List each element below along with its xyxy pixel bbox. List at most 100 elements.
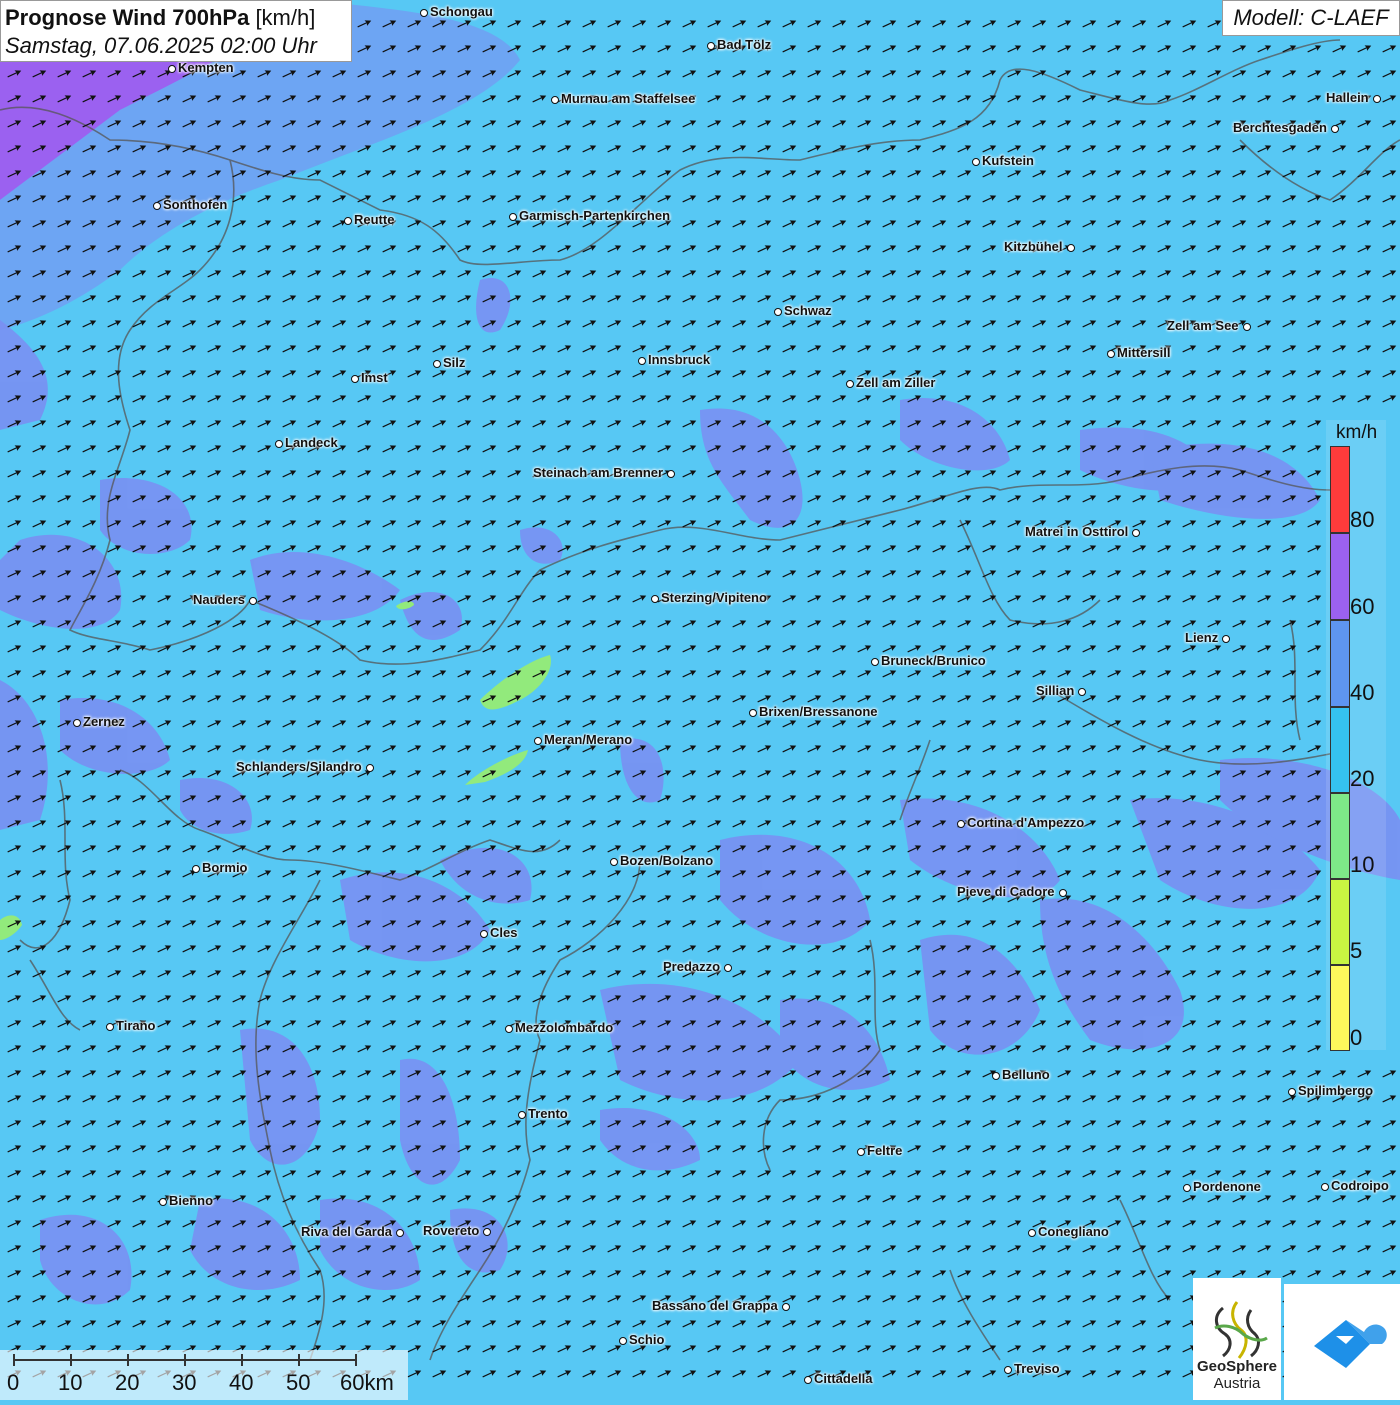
city-marker-icon[interactable]	[73, 719, 81, 727]
city-label: Schongau	[430, 4, 493, 19]
city-marker-icon[interactable]	[153, 202, 161, 210]
city-label: Treviso	[1014, 1361, 1060, 1376]
city-marker-icon[interactable]	[782, 1303, 790, 1311]
title-unit: [km/h]	[255, 5, 315, 30]
city-marker-icon[interactable]	[396, 1229, 404, 1237]
city-marker-icon[interactable]	[351, 375, 359, 383]
city-label: Trento	[528, 1106, 568, 1121]
scale-label: 40	[229, 1370, 253, 1396]
city-marker-icon[interactable]	[1078, 688, 1086, 696]
city-marker-icon[interactable]	[774, 308, 782, 316]
scale-label: 20	[115, 1370, 139, 1396]
city-label: Tirano	[116, 1018, 156, 1033]
title: Prognose Wind 700hPa [km/h]	[5, 4, 347, 32]
city-marker-icon[interactable]	[707, 42, 715, 50]
city-label: Pieve di Cadore	[957, 884, 1055, 899]
city-label: Zell am Ziller	[856, 375, 935, 390]
city-marker-icon[interactable]	[509, 213, 517, 221]
geosphere-emblem-icon	[1193, 1288, 1281, 1368]
city-marker-icon[interactable]	[192, 865, 200, 873]
city-label: Bassano del Grappa	[652, 1298, 778, 1313]
city-marker-icon[interactable]	[366, 764, 374, 772]
legend-tick: 40	[1350, 682, 1374, 704]
city-marker-icon[interactable]	[651, 595, 659, 603]
city-label: Sonthofen	[163, 197, 227, 212]
city-label: Bozen/Bolzano	[620, 853, 713, 868]
city-label: Bienno	[169, 1193, 213, 1208]
city-marker-icon[interactable]	[483, 1228, 491, 1236]
city-marker-icon[interactable]	[1222, 635, 1230, 643]
city-marker-icon[interactable]	[857, 1148, 865, 1156]
city-marker-icon[interactable]	[804, 1376, 812, 1384]
city-marker-icon[interactable]	[972, 158, 980, 166]
city-label: Zell am See	[1167, 318, 1239, 333]
city-marker-icon[interactable]	[724, 964, 732, 972]
city-marker-icon[interactable]	[1331, 125, 1339, 133]
city-label: Berchtesgaden	[1233, 120, 1327, 135]
city-marker-icon[interactable]	[1067, 244, 1075, 252]
city-marker-icon[interactable]	[1132, 529, 1140, 537]
city-marker-icon[interactable]	[957, 820, 965, 828]
city-marker-icon[interactable]	[518, 1111, 526, 1119]
city-marker-icon[interactable]	[638, 357, 646, 365]
city-label: Pordenone	[1193, 1179, 1261, 1194]
city-marker-icon[interactable]	[275, 440, 283, 448]
city-label: Rovereto	[423, 1223, 479, 1238]
app-logo[interactable]	[1284, 1284, 1400, 1400]
city-label: Steinach am Brenner	[533, 465, 663, 480]
city-label: Codroipo	[1331, 1178, 1389, 1193]
city-label: Schio	[629, 1332, 664, 1347]
legend-segment-0	[1330, 965, 1350, 1051]
city-label: Spilimbergo	[1298, 1083, 1373, 1098]
city-marker-icon[interactable]	[249, 597, 257, 605]
city-marker-icon[interactable]	[610, 858, 618, 866]
city-label: Kufstein	[982, 153, 1034, 168]
city-marker-icon[interactable]	[1321, 1183, 1329, 1191]
legend-segment-20	[1330, 707, 1350, 793]
city-marker-icon[interactable]	[1004, 1366, 1012, 1374]
city-marker-icon[interactable]	[420, 9, 428, 17]
city-marker-icon[interactable]	[1373, 95, 1381, 103]
legend-tick: 20	[1350, 768, 1374, 790]
city-marker-icon[interactable]	[480, 930, 488, 938]
city-marker-icon[interactable]	[871, 658, 879, 666]
legend-tick: 60	[1350, 596, 1374, 618]
city-marker-icon[interactable]	[1028, 1229, 1036, 1237]
city-label: Imst	[361, 370, 388, 385]
city-marker-icon[interactable]	[619, 1337, 627, 1345]
city-marker-icon[interactable]	[667, 470, 675, 478]
city-marker-icon[interactable]	[159, 1198, 167, 1206]
city-marker-icon[interactable]	[1059, 889, 1067, 897]
city-marker-icon[interactable]	[433, 360, 441, 368]
city-label: Cortina d'Ampezzo	[967, 815, 1084, 830]
geosphere-logo[interactable]: GeoSphere Austria	[1193, 1278, 1281, 1400]
city-marker-icon[interactable]	[992, 1072, 1000, 1080]
legend-unit: km/h	[1336, 422, 1377, 444]
city-marker-icon[interactable]	[534, 737, 542, 745]
city-label: Cittadella	[814, 1371, 873, 1386]
city-marker-icon[interactable]	[505, 1025, 513, 1033]
city-marker-icon[interactable]	[1107, 350, 1115, 358]
city-label: Kitzbühel	[1004, 239, 1063, 254]
city-marker-icon[interactable]	[749, 709, 757, 717]
city-label: Sillian	[1036, 683, 1074, 698]
city-label: Garmisch-Partenkirchen	[519, 208, 670, 223]
legend-tick: 10	[1350, 854, 1374, 876]
city-marker-icon[interactable]	[846, 380, 854, 388]
city-label: Kempten	[178, 60, 234, 75]
scale-bar: 0 10 20 30 40 50 60km	[0, 1350, 408, 1400]
cloud-arrow-icon	[1284, 1284, 1400, 1400]
city-label: Reutte	[354, 212, 394, 227]
city-marker-icon[interactable]	[1183, 1184, 1191, 1192]
city-marker-icon[interactable]	[1288, 1088, 1296, 1096]
legend-tick: 80	[1350, 509, 1374, 531]
city-marker-icon[interactable]	[168, 65, 176, 73]
city-marker-icon[interactable]	[344, 217, 352, 225]
color-legend: km/h 80 60 40 20 10 5 0	[1326, 420, 1386, 1050]
city-marker-icon[interactable]	[106, 1023, 114, 1031]
city-marker-icon[interactable]	[1243, 323, 1251, 331]
legend-segment-80	[1330, 446, 1350, 533]
legend-segment-60	[1330, 533, 1350, 620]
city-marker-icon[interactable]	[551, 96, 559, 104]
city-label: Conegliano	[1038, 1224, 1109, 1239]
